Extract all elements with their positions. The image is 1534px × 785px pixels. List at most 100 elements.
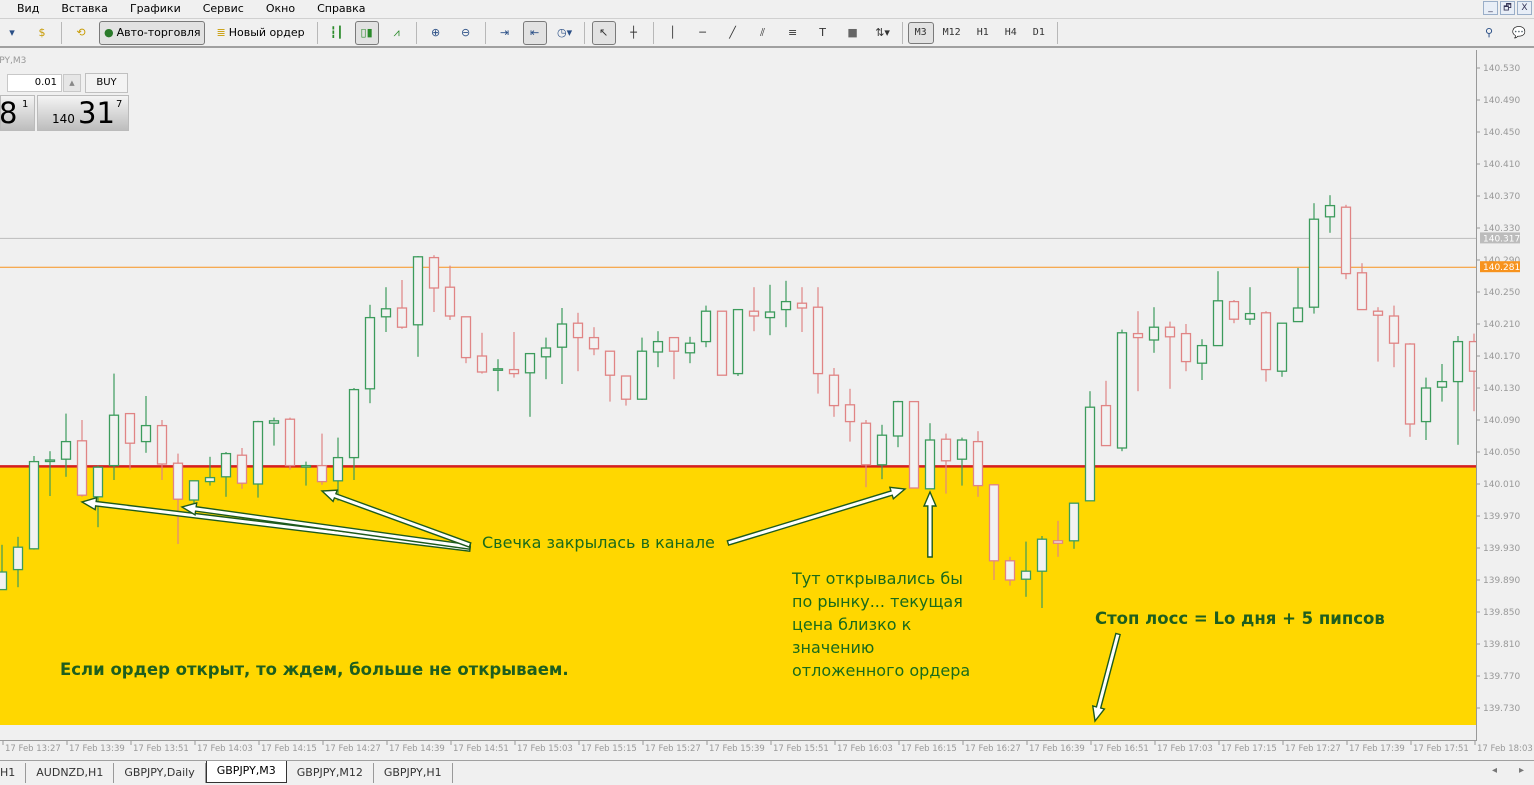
price-tick-label: 139.770 bbox=[1483, 672, 1520, 682]
time-tick-label: 17 Feb 18:03 bbox=[1477, 744, 1533, 754]
price-axis bbox=[1476, 50, 1477, 740]
bear-candle bbox=[1340, 206, 1352, 275]
bear-candle bbox=[156, 424, 168, 465]
price-tick-label: 140.210 bbox=[1483, 320, 1520, 330]
time-tick-label: 17 Feb 17:15 bbox=[1221, 744, 1277, 754]
bull-candle bbox=[1148, 326, 1160, 341]
price-tick-label: 140.530 bbox=[1483, 64, 1520, 74]
chart-symbol-label: GBPJPY,M3 bbox=[0, 56, 27, 66]
lot-size-input[interactable]: 0.01 bbox=[7, 74, 62, 92]
time-tick-label: 17 Feb 17:51 bbox=[1413, 744, 1469, 754]
bear-candle bbox=[1100, 404, 1112, 447]
price-tick-label: 140.450 bbox=[1483, 128, 1520, 138]
bull-candle bbox=[364, 316, 376, 390]
scroll-right-icon[interactable]: ▸ bbox=[1519, 765, 1524, 776]
tab-gbpjpy-h1[interactable]: GBPJPY,H1 bbox=[374, 763, 453, 783]
tab-gbpjpy-daily[interactable]: GBPJPY,Daily bbox=[114, 763, 206, 783]
price-tick-label: 140.370 bbox=[1483, 192, 1520, 202]
bear-candle bbox=[1228, 300, 1240, 320]
bull-candle bbox=[876, 434, 888, 466]
buy-price-button[interactable]: 140 31 7 bbox=[37, 95, 129, 131]
annotation-line: отложенного ордера bbox=[792, 661, 971, 680]
sell-price-button[interactable]: 8 1 bbox=[0, 95, 35, 131]
sell-price-sup: 1 bbox=[22, 99, 29, 110]
bull-candle bbox=[1068, 502, 1080, 542]
bull-candle bbox=[1276, 322, 1288, 372]
tab-gbpjpy-m3[interactable]: GBPJPY,M3 bbox=[205, 761, 287, 783]
bull-candle bbox=[956, 439, 968, 460]
annotation-stop-loss: Стоп лосс = Lo дня + 5 пипсов bbox=[1095, 609, 1385, 628]
bear-candle bbox=[940, 438, 952, 462]
bull-candle bbox=[12, 546, 24, 571]
annotation-line: значению bbox=[792, 638, 875, 657]
bull-candle bbox=[140, 424, 152, 443]
bull-candle bbox=[1036, 538, 1048, 572]
tab-h1-clipped[interactable]: H1 bbox=[0, 763, 27, 783]
bear-candle bbox=[908, 400, 920, 489]
bull-candle bbox=[412, 256, 424, 326]
buy-price-big: 31 bbox=[78, 96, 115, 130]
buy-price-small: 140 bbox=[52, 112, 75, 126]
price-tick-label: 139.810 bbox=[1483, 640, 1520, 650]
bear-candle bbox=[1004, 560, 1016, 581]
bear-candle bbox=[1164, 326, 1176, 338]
bull-candle bbox=[1324, 204, 1336, 218]
time-tick-label: 17 Feb 16:27 bbox=[965, 744, 1021, 754]
buy-button[interactable]: BUY bbox=[85, 73, 128, 93]
time-tick-label: 17 Feb 13:27 bbox=[5, 744, 61, 754]
bull-candle bbox=[204, 476, 216, 483]
bear-candle bbox=[444, 286, 456, 317]
bear-candle bbox=[860, 422, 872, 466]
bull-candle bbox=[1212, 300, 1224, 347]
bear-candle bbox=[1260, 312, 1272, 371]
time-tick-label: 17 Feb 14:39 bbox=[389, 744, 445, 754]
annotation-line: по рынку... текущая bbox=[792, 592, 963, 611]
time-tick-label: 17 Feb 15:51 bbox=[773, 744, 829, 754]
bear-candle bbox=[76, 440, 88, 496]
annotation-line: цена близко к bbox=[792, 615, 912, 634]
bull-candle bbox=[1196, 344, 1208, 364]
bull-candle bbox=[44, 459, 56, 463]
bull-candle bbox=[924, 439, 936, 490]
time-tick-label: 17 Feb 14:27 bbox=[325, 744, 381, 754]
time-tick-label: 17 Feb 16:03 bbox=[837, 744, 893, 754]
annotation-candle-closed: Свечка закрылась в канале bbox=[482, 533, 715, 552]
scroll-left-icon[interactable]: ◂ bbox=[1492, 765, 1497, 776]
bull-candle bbox=[636, 350, 648, 400]
sell-price-big: 8 bbox=[0, 96, 18, 130]
pending-order-zone bbox=[0, 466, 1476, 725]
bull-candle bbox=[732, 308, 744, 375]
bear-candle bbox=[988, 484, 1000, 562]
price-tick-label: 140.170 bbox=[1483, 352, 1520, 362]
annotation-market-open: Тут открывались бы по рынку... текущая ц… bbox=[792, 567, 970, 682]
annotation-if-open: Если ордер открыт, то ждем, больше не от… bbox=[60, 660, 569, 679]
tab-audnzd-h1[interactable]: AUDNZD,H1 bbox=[26, 763, 115, 783]
time-tick-label: 17 Feb 16:15 bbox=[901, 744, 957, 754]
bear-candle bbox=[844, 404, 856, 423]
time-tick-label: 17 Feb 17:39 bbox=[1349, 744, 1405, 754]
price-tick-label: 139.930 bbox=[1483, 544, 1520, 554]
bull-candle bbox=[780, 300, 792, 311]
time-tick-label: 17 Feb 13:39 bbox=[69, 744, 125, 754]
lot-spin-up-icon[interactable]: ▲ bbox=[63, 74, 81, 92]
time-tick-label: 17 Feb 16:51 bbox=[1093, 744, 1149, 754]
ask-price-label: 140.281 bbox=[1483, 263, 1520, 273]
bear-candle bbox=[668, 336, 680, 352]
bull-candle bbox=[1420, 387, 1432, 423]
time-tick-label: 17 Feb 14:51 bbox=[453, 744, 509, 754]
bull-candle bbox=[268, 420, 280, 424]
price-tick-label: 140.250 bbox=[1483, 288, 1520, 298]
bull-candle bbox=[1436, 380, 1448, 388]
bear-candle bbox=[428, 256, 440, 289]
bull-candle bbox=[380, 308, 392, 318]
bull-candle bbox=[1116, 332, 1128, 449]
bear-candle bbox=[1052, 540, 1064, 544]
bull-candle bbox=[540, 347, 552, 358]
one-click-trading-panel: 0.01 ▲ BUY 8 1 140 31 7 bbox=[0, 72, 130, 131]
bear-candle bbox=[572, 322, 584, 339]
price-chart[interactable]: 140.530 140.490 140.450 140.410 140.370 140.3… bbox=[0, 0, 1534, 760]
bear-candle bbox=[284, 418, 296, 467]
bear-candle bbox=[316, 464, 328, 483]
tab-gbpjpy-m12[interactable]: GBPJPY,M12 bbox=[287, 763, 374, 783]
bull-candle bbox=[300, 464, 312, 468]
